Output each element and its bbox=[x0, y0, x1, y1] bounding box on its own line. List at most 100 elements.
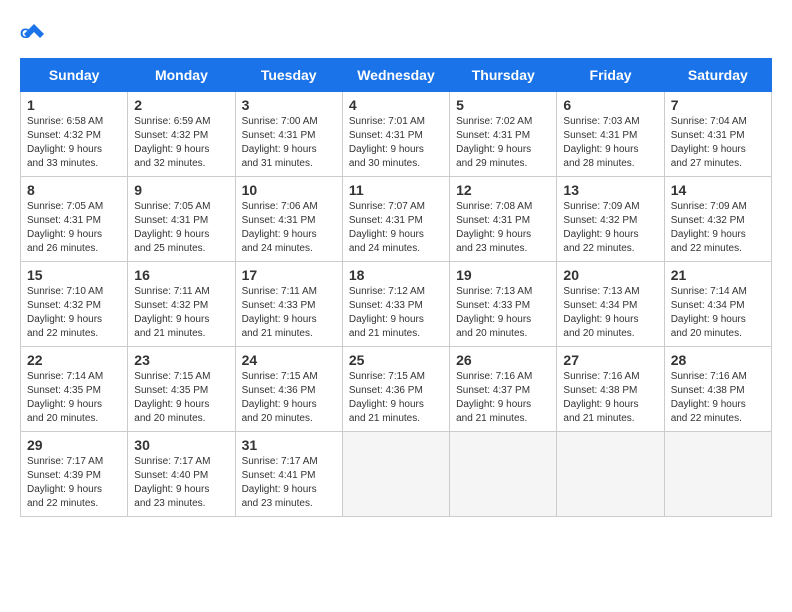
calendar-cell: 27 Sunrise: 7:16 AM Sunset: 4:38 PM Dayl… bbox=[557, 347, 664, 432]
calendar-cell: 20 Sunrise: 7:13 AM Sunset: 4:34 PM Dayl… bbox=[557, 262, 664, 347]
day-info: Sunrise: 7:15 AM Sunset: 4:36 PM Dayligh… bbox=[349, 370, 443, 426]
header-monday: Monday bbox=[128, 59, 235, 92]
logo: G bbox=[20, 20, 50, 48]
day-number: 11 bbox=[349, 182, 443, 198]
day-number: 15 bbox=[27, 267, 121, 283]
calendar-cell: 31 Sunrise: 7:17 AM Sunset: 4:41 PM Dayl… bbox=[235, 432, 342, 517]
header-friday: Friday bbox=[557, 59, 664, 92]
day-info: Sunrise: 7:04 AM Sunset: 4:31 PM Dayligh… bbox=[671, 115, 765, 171]
day-info: Sunrise: 7:13 AM Sunset: 4:34 PM Dayligh… bbox=[563, 285, 657, 341]
day-info: Sunrise: 7:09 AM Sunset: 4:32 PM Dayligh… bbox=[563, 200, 657, 256]
day-number: 22 bbox=[27, 352, 121, 368]
logo-icon: G bbox=[20, 20, 48, 48]
day-info: Sunrise: 7:01 AM Sunset: 4:31 PM Dayligh… bbox=[349, 115, 443, 171]
day-number: 21 bbox=[671, 267, 765, 283]
calendar-cell: 3 Sunrise: 7:00 AM Sunset: 4:31 PM Dayli… bbox=[235, 92, 342, 177]
calendar-cell: 23 Sunrise: 7:15 AM Sunset: 4:35 PM Dayl… bbox=[128, 347, 235, 432]
calendar-cell bbox=[664, 432, 771, 517]
day-info: Sunrise: 7:17 AM Sunset: 4:41 PM Dayligh… bbox=[242, 455, 336, 511]
day-info: Sunrise: 7:15 AM Sunset: 4:35 PM Dayligh… bbox=[134, 370, 228, 426]
day-number: 18 bbox=[349, 267, 443, 283]
day-info: Sunrise: 7:10 AM Sunset: 4:32 PM Dayligh… bbox=[27, 285, 121, 341]
day-number: 25 bbox=[349, 352, 443, 368]
day-number: 5 bbox=[456, 97, 550, 113]
calendar-cell: 13 Sunrise: 7:09 AM Sunset: 4:32 PM Dayl… bbox=[557, 177, 664, 262]
day-number: 28 bbox=[671, 352, 765, 368]
day-number: 4 bbox=[349, 97, 443, 113]
day-number: 26 bbox=[456, 352, 550, 368]
calendar-week-4: 22 Sunrise: 7:14 AM Sunset: 4:35 PM Dayl… bbox=[21, 347, 772, 432]
calendar-cell: 25 Sunrise: 7:15 AM Sunset: 4:36 PM Dayl… bbox=[342, 347, 449, 432]
day-info: Sunrise: 7:14 AM Sunset: 4:35 PM Dayligh… bbox=[27, 370, 121, 426]
calendar-cell: 10 Sunrise: 7:06 AM Sunset: 4:31 PM Dayl… bbox=[235, 177, 342, 262]
calendar-cell: 19 Sunrise: 7:13 AM Sunset: 4:33 PM Dayl… bbox=[450, 262, 557, 347]
calendar-cell: 5 Sunrise: 7:02 AM Sunset: 4:31 PM Dayli… bbox=[450, 92, 557, 177]
calendar-cell: 9 Sunrise: 7:05 AM Sunset: 4:31 PM Dayli… bbox=[128, 177, 235, 262]
day-info: Sunrise: 7:08 AM Sunset: 4:31 PM Dayligh… bbox=[456, 200, 550, 256]
calendar-cell: 17 Sunrise: 7:11 AM Sunset: 4:33 PM Dayl… bbox=[235, 262, 342, 347]
day-number: 12 bbox=[456, 182, 550, 198]
day-number: 6 bbox=[563, 97, 657, 113]
calendar-week-1: 1 Sunrise: 6:58 AM Sunset: 4:32 PM Dayli… bbox=[21, 92, 772, 177]
day-info: Sunrise: 7:17 AM Sunset: 4:39 PM Dayligh… bbox=[27, 455, 121, 511]
day-info: Sunrise: 7:16 AM Sunset: 4:38 PM Dayligh… bbox=[563, 370, 657, 426]
header-saturday: Saturday bbox=[664, 59, 771, 92]
day-info: Sunrise: 7:05 AM Sunset: 4:31 PM Dayligh… bbox=[134, 200, 228, 256]
calendar-cell: 2 Sunrise: 6:59 AM Sunset: 4:32 PM Dayli… bbox=[128, 92, 235, 177]
calendar-week-3: 15 Sunrise: 7:10 AM Sunset: 4:32 PM Dayl… bbox=[21, 262, 772, 347]
day-number: 2 bbox=[134, 97, 228, 113]
day-info: Sunrise: 7:16 AM Sunset: 4:37 PM Dayligh… bbox=[456, 370, 550, 426]
calendar-cell: 18 Sunrise: 7:12 AM Sunset: 4:33 PM Dayl… bbox=[342, 262, 449, 347]
calendar-cell: 7 Sunrise: 7:04 AM Sunset: 4:31 PM Dayli… bbox=[664, 92, 771, 177]
day-info: Sunrise: 7:07 AM Sunset: 4:31 PM Dayligh… bbox=[349, 200, 443, 256]
day-info: Sunrise: 7:06 AM Sunset: 4:31 PM Dayligh… bbox=[242, 200, 336, 256]
day-info: Sunrise: 6:59 AM Sunset: 4:32 PM Dayligh… bbox=[134, 115, 228, 171]
calendar-cell: 30 Sunrise: 7:17 AM Sunset: 4:40 PM Dayl… bbox=[128, 432, 235, 517]
calendar-cell bbox=[342, 432, 449, 517]
day-info: Sunrise: 7:15 AM Sunset: 4:36 PM Dayligh… bbox=[242, 370, 336, 426]
calendar-cell: 21 Sunrise: 7:14 AM Sunset: 4:34 PM Dayl… bbox=[664, 262, 771, 347]
calendar-cell: 11 Sunrise: 7:07 AM Sunset: 4:31 PM Dayl… bbox=[342, 177, 449, 262]
day-number: 1 bbox=[27, 97, 121, 113]
calendar-cell: 26 Sunrise: 7:16 AM Sunset: 4:37 PM Dayl… bbox=[450, 347, 557, 432]
day-number: 10 bbox=[242, 182, 336, 198]
calendar-cell: 28 Sunrise: 7:16 AM Sunset: 4:38 PM Dayl… bbox=[664, 347, 771, 432]
calendar-week-2: 8 Sunrise: 7:05 AM Sunset: 4:31 PM Dayli… bbox=[21, 177, 772, 262]
calendar-cell: 15 Sunrise: 7:10 AM Sunset: 4:32 PM Dayl… bbox=[21, 262, 128, 347]
calendar-cell: 14 Sunrise: 7:09 AM Sunset: 4:32 PM Dayl… bbox=[664, 177, 771, 262]
day-number: 13 bbox=[563, 182, 657, 198]
header-tuesday: Tuesday bbox=[235, 59, 342, 92]
day-number: 7 bbox=[671, 97, 765, 113]
header-wednesday: Wednesday bbox=[342, 59, 449, 92]
day-number: 16 bbox=[134, 267, 228, 283]
calendar-cell: 29 Sunrise: 7:17 AM Sunset: 4:39 PM Dayl… bbox=[21, 432, 128, 517]
day-info: Sunrise: 7:12 AM Sunset: 4:33 PM Dayligh… bbox=[349, 285, 443, 341]
day-info: Sunrise: 7:17 AM Sunset: 4:40 PM Dayligh… bbox=[134, 455, 228, 511]
day-number: 27 bbox=[563, 352, 657, 368]
day-number: 20 bbox=[563, 267, 657, 283]
calendar-table: SundayMondayTuesdayWednesdayThursdayFrid… bbox=[20, 58, 772, 517]
header-sunday: Sunday bbox=[21, 59, 128, 92]
day-number: 17 bbox=[242, 267, 336, 283]
day-info: Sunrise: 7:05 AM Sunset: 4:31 PM Dayligh… bbox=[27, 200, 121, 256]
day-info: Sunrise: 7:09 AM Sunset: 4:32 PM Dayligh… bbox=[671, 200, 765, 256]
calendar-cell: 6 Sunrise: 7:03 AM Sunset: 4:31 PM Dayli… bbox=[557, 92, 664, 177]
day-info: Sunrise: 7:03 AM Sunset: 4:31 PM Dayligh… bbox=[563, 115, 657, 171]
day-number: 30 bbox=[134, 437, 228, 453]
calendar-cell bbox=[450, 432, 557, 517]
day-info: Sunrise: 7:11 AM Sunset: 4:32 PM Dayligh… bbox=[134, 285, 228, 341]
header: G bbox=[20, 20, 772, 48]
calendar-cell: 4 Sunrise: 7:01 AM Sunset: 4:31 PM Dayli… bbox=[342, 92, 449, 177]
day-number: 29 bbox=[27, 437, 121, 453]
calendar-cell: 22 Sunrise: 7:14 AM Sunset: 4:35 PM Dayl… bbox=[21, 347, 128, 432]
day-info: Sunrise: 7:16 AM Sunset: 4:38 PM Dayligh… bbox=[671, 370, 765, 426]
day-number: 9 bbox=[134, 182, 228, 198]
calendar-cell: 1 Sunrise: 6:58 AM Sunset: 4:32 PM Dayli… bbox=[21, 92, 128, 177]
header-thursday: Thursday bbox=[450, 59, 557, 92]
day-number: 3 bbox=[242, 97, 336, 113]
calendar-week-5: 29 Sunrise: 7:17 AM Sunset: 4:39 PM Dayl… bbox=[21, 432, 772, 517]
day-info: Sunrise: 7:13 AM Sunset: 4:33 PM Dayligh… bbox=[456, 285, 550, 341]
calendar-cell: 8 Sunrise: 7:05 AM Sunset: 4:31 PM Dayli… bbox=[21, 177, 128, 262]
calendar-cell: 12 Sunrise: 7:08 AM Sunset: 4:31 PM Dayl… bbox=[450, 177, 557, 262]
day-info: Sunrise: 7:00 AM Sunset: 4:31 PM Dayligh… bbox=[242, 115, 336, 171]
